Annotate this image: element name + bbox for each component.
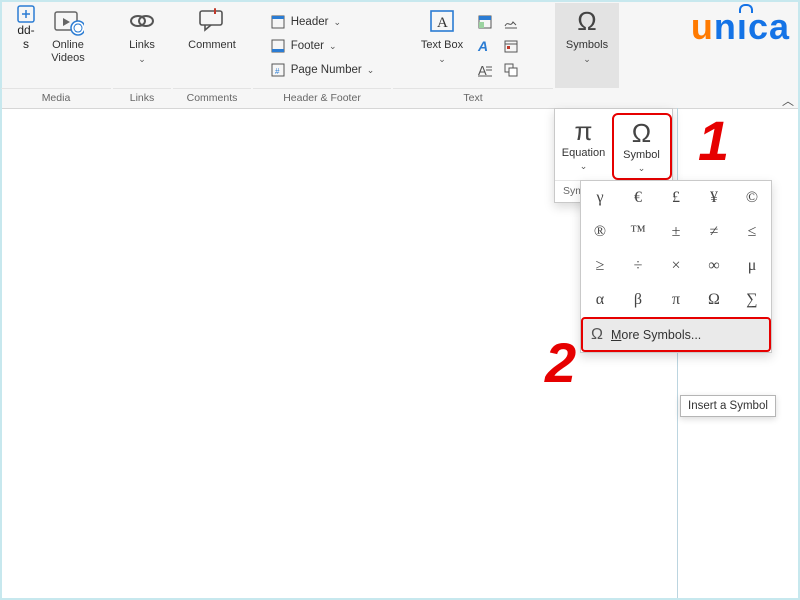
symbols-button[interactable]: Ω Symbols ⌄ (555, 3, 619, 88)
online-videos-button[interactable]: Online Videos (38, 3, 98, 88)
svg-text:#: # (275, 67, 280, 76)
dropcap-button[interactable]: A (473, 59, 497, 81)
textbox-icon: A (426, 5, 458, 37)
comment-icon (196, 5, 228, 37)
chevron-down-icon: ⌄ (556, 161, 612, 172)
unica-logo: unıca (691, 6, 790, 48)
symbol-label: Symbol (614, 149, 670, 161)
group-label-header-footer: Header & Footer (253, 88, 391, 108)
symbol-cell[interactable]: ™ (619, 215, 657, 249)
footer-label: Footer (291, 40, 324, 52)
chevron-down-icon: ⌄ (333, 17, 341, 28)
addins-sub: s (23, 37, 29, 51)
symbol-cell[interactable]: £ (657, 181, 695, 215)
equation-label: Equation (556, 147, 612, 159)
group-label-text: Text (393, 88, 553, 108)
omega-icon: Ω (614, 117, 670, 149)
symbol-cell[interactable]: ∞ (695, 249, 733, 283)
symbol-cell[interactable]: π (657, 283, 695, 317)
links-label: Links (129, 39, 155, 52)
chevron-down-icon: ⌄ (614, 163, 670, 174)
header-label: Header (291, 16, 329, 28)
page-number-button[interactable]: # Page Number ⌄ (266, 60, 379, 80)
equation-button[interactable]: π Equation ⌄ (556, 113, 612, 180)
addins-button[interactable]: dd- s (14, 3, 38, 88)
symbol-cell[interactable]: ± (657, 215, 695, 249)
collapse-ribbon-button[interactable]: ︿ (782, 92, 794, 109)
omega-icon: Ω (591, 326, 603, 344)
footer-icon (270, 38, 286, 54)
symbol-cell[interactable]: © (733, 181, 771, 215)
tooltip: Insert a Symbol (680, 395, 776, 417)
header-icon (270, 14, 286, 30)
omega-icon: Ω (571, 5, 603, 37)
comment-button[interactable]: Comment (174, 3, 250, 88)
svg-text:A: A (477, 38, 488, 54)
symbol-cell[interactable]: Ω (695, 283, 733, 317)
symbol-cell[interactable]: € (619, 181, 657, 215)
symbol-cell[interactable]: β (619, 283, 657, 317)
symbol-cell[interactable]: ÷ (619, 249, 657, 283)
symbol-cell[interactable]: ≠ (695, 215, 733, 249)
page-number-label: Page Number (291, 64, 362, 76)
pi-icon: π (556, 115, 612, 147)
links-icon (126, 5, 158, 37)
chevron-down-icon: ⌄ (583, 54, 591, 65)
symbol-cell[interactable]: α (581, 283, 619, 317)
group-label-media: Media (1, 88, 111, 108)
textbox-button[interactable]: A Text Box ⌄ (417, 3, 467, 88)
online-videos-icon (52, 5, 84, 37)
more-symbols-button[interactable]: Ω More Symbols... (581, 317, 771, 352)
object-button[interactable] (499, 59, 523, 81)
symbol-cell[interactable]: ≥ (581, 249, 619, 283)
footer-button[interactable]: Footer ⌄ (266, 36, 341, 56)
symbol-cell[interactable]: ∑ (733, 283, 771, 317)
symbol-cell[interactable]: × (657, 249, 695, 283)
textbox-label: Text Box (421, 39, 463, 52)
symbol-cell[interactable]: γ (581, 181, 619, 215)
wordart-button[interactable]: A (473, 35, 497, 57)
group-label-links: Links (113, 88, 171, 108)
symbols-label: Symbols (566, 39, 608, 52)
symbol-button[interactable]: Ω Symbol ⌄ (612, 113, 672, 180)
quick-parts-button[interactable] (473, 11, 497, 33)
group-label-comments: Comments (173, 88, 251, 108)
symbol-cell[interactable]: μ (733, 249, 771, 283)
date-time-button[interactable] (499, 35, 523, 57)
symbol-cell[interactable]: ¥ (695, 181, 733, 215)
symbol-cell[interactable]: ® (581, 215, 619, 249)
annotation-1: 1 (698, 108, 729, 173)
chevron-down-icon: ⌄ (329, 41, 337, 52)
online-videos-label: Online Videos (40, 39, 96, 64)
symbol-cell[interactable]: ≤ (733, 215, 771, 249)
signature-button[interactable] (499, 11, 523, 33)
symbol-gallery: γ€£¥©®™±≠≤≥÷×∞μαβπΩ∑ Ω More Symbols... (580, 180, 772, 353)
addins-label: dd- (17, 23, 34, 37)
links-button[interactable]: Links ⌄ (113, 3, 171, 88)
more-symbols-label: More Symbols... (611, 328, 701, 342)
page-number-icon: # (270, 62, 286, 78)
addins-icon (17, 5, 35, 23)
chevron-down-icon: ⌄ (438, 54, 446, 65)
chevron-down-icon: ⌄ (138, 54, 146, 65)
chevron-down-icon: ⌄ (367, 65, 375, 76)
comment-label: Comment (188, 39, 236, 52)
header-button[interactable]: Header ⌄ (266, 12, 345, 32)
annotation-2: 2 (545, 330, 576, 395)
svg-text:A: A (437, 15, 448, 31)
